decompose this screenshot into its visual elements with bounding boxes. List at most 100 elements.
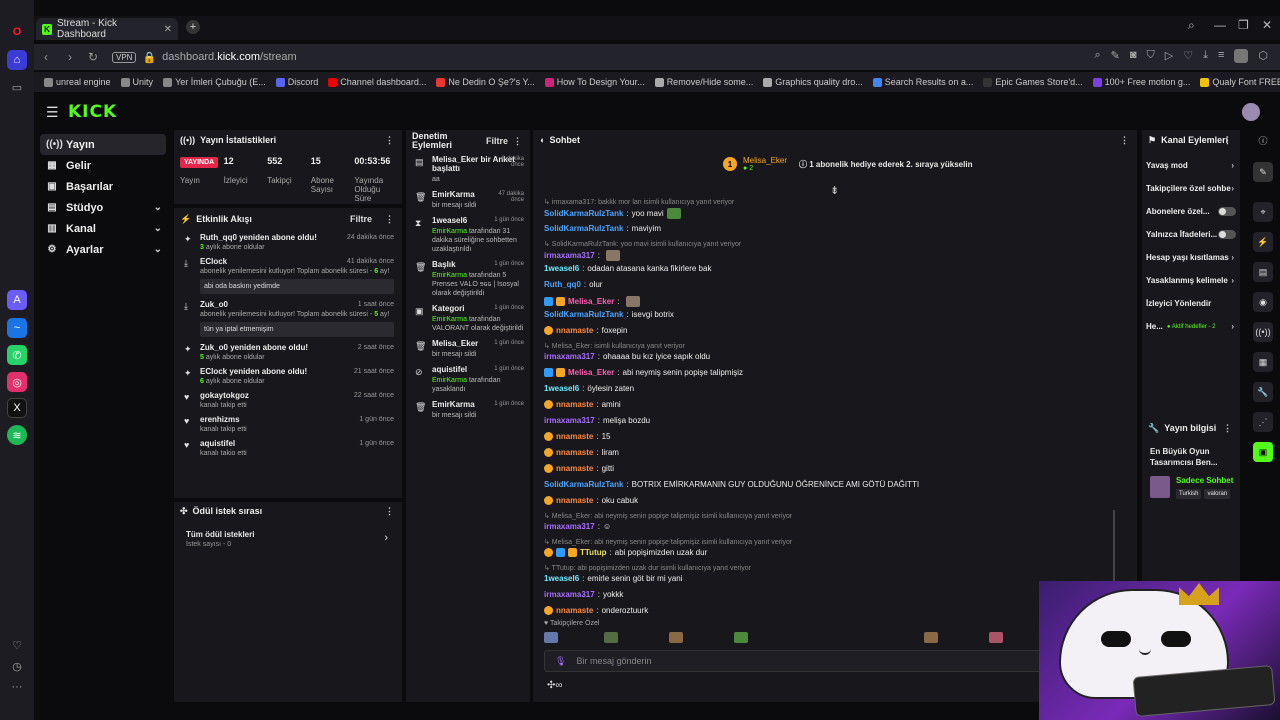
chat-message[interactable]: 1weasel6: odadan atasana kanka fikirlere … <box>544 264 711 273</box>
chat-message[interactable]: nnamaste: oku cabuk <box>544 496 638 505</box>
url-field[interactable]: VPN 🔒 dashboard.kick.com/stream <box>112 46 1112 68</box>
stream-tag[interactable]: Turkish <box>1176 489 1202 499</box>
target-icon[interactable]: ⌖ <box>1253 202 1273 222</box>
activity-event[interactable]: ✦ Ruth_qq0 yeniden abone oldu! 24 dakika ö… <box>174 230 402 254</box>
chat-message[interactable]: 1weasel6: öylesin zaten <box>544 384 634 393</box>
search-icon[interactable]: ⌕ <box>1094 49 1100 63</box>
chat-username[interactable]: Melisa_Eker <box>568 297 614 306</box>
chat-username[interactable]: nnamaste <box>556 448 593 457</box>
chat-username[interactable]: irmaxama317 <box>544 352 595 361</box>
chat-username[interactable]: nnamaste <box>556 432 593 441</box>
moderation-item[interactable]: ▤ Melisa_Eker bir Anket başlattı 8 dakika … <box>406 152 530 187</box>
history-icon[interactable]: ◷ <box>7 656 27 676</box>
bookmark-item[interactable]: Graphics quality dro... <box>763 77 863 87</box>
profile-icon[interactable] <box>1234 49 1249 63</box>
channel-action-item[interactable]: Abonelere özel... <box>1142 200 1240 223</box>
aria-icon[interactable]: A <box>7 290 27 310</box>
document-icon[interactable]: ▤ <box>1253 262 1273 282</box>
bookmark-item[interactable]: 100+ Free motion g... <box>1092 77 1190 87</box>
restore-icon[interactable]: ❐ <box>1238 18 1249 32</box>
forward-icon[interactable]: › <box>68 50 72 64</box>
moderation-item[interactable]: ⊘ aquistifel 1 gün önce EmirKarma tarafında… <box>406 362 530 397</box>
chat-icon[interactable]: ◉ <box>1253 292 1273 312</box>
chat-username[interactable]: SolidKarmaRulzTank <box>544 209 623 218</box>
chat-username[interactable]: SolidKarmaRulzTank <box>544 310 623 319</box>
chat-username[interactable]: irmaxama317 <box>544 251 595 260</box>
bookmark-item[interactable]: Epic Games Store'd... <box>983 77 1083 87</box>
nav-item-4[interactable]: ▥ Kanal ⌄ <box>40 218 166 239</box>
toggle-switch[interactable] <box>1218 207 1236 216</box>
chat-message[interactable]: irmaxama317: ☺ <box>544 522 611 531</box>
menu-icon[interactable]: ≡ <box>1218 49 1224 63</box>
favorite-icon[interactable]: ♡ <box>1183 49 1193 63</box>
vpn-badge[interactable]: VPN <box>112 51 137 63</box>
chat-message[interactable]: 1weasel6: emirle senin göt bir mi yani <box>544 574 683 583</box>
edit-icon[interactable]: ✎ <box>1111 49 1120 63</box>
bookmark-item[interactable]: Discord <box>275 77 318 87</box>
chat-message[interactable]: nnamaste: onderoztuurk <box>544 606 648 615</box>
activity-event[interactable]: ⤓ EClock 41 dakika önce abonelik yenilemesi… <box>174 254 402 297</box>
bookmark-item[interactable]: Search Results on a... <box>872 77 973 87</box>
info-icon[interactable]: ⓘ <box>1253 130 1273 150</box>
activity-event[interactable]: ♥ gokaytokgoz 22 saat önce kanalı takip ett… <box>174 388 402 412</box>
more-icon[interactable]: ··· <box>7 677 27 697</box>
emoji-icon[interactable]: ✣∞ <box>547 680 563 691</box>
moderation-item[interactable]: 🗑 EmirKarma 1 gün önce bir mesajı sildi <box>406 397 530 423</box>
activity-event[interactable]: ✦ EClock yeniden abone oldu! 21 saat önce 6… <box>174 364 402 388</box>
chat-username[interactable]: TTutup <box>580 548 607 557</box>
opera-logo-icon[interactable]: O <box>7 22 27 42</box>
more-options-icon[interactable]: ⋮ <box>385 506 394 517</box>
nav-item-0[interactable]: ((•)) Yayın <box>40 134 166 155</box>
chat-input[interactable]: 🎙 Bir mesaj gönderin <box>544 650 1044 672</box>
bookmark-item[interactable]: Remove/Hide some... <box>654 77 753 87</box>
moderation-item[interactable]: ⧗ 1weasel6 1 gün önce EmirKarma tarafından … <box>406 213 530 257</box>
mic-icon[interactable]: 🎙 <box>555 656 566 667</box>
more-options-icon[interactable]: ⋮ <box>385 214 394 225</box>
bookmark-item[interactable]: Yer İmleri Çubuğu (E... <box>163 77 266 87</box>
activity-event[interactable]: ⤓ Zuk_o0 1 saat önce abonelik yenilemesini … <box>174 297 402 340</box>
whatsapp-icon[interactable]: ✆ <box>7 345 27 365</box>
extensions-icon[interactable]: ⬡ <box>1258 49 1268 63</box>
chat-message[interactable]: irmaxama317: melişa bozdu <box>544 416 650 425</box>
channel-action-item[interactable]: İzleyici Yönlendir <box>1142 292 1240 315</box>
chat-username[interactable]: SolidKarmaRulzTank <box>544 224 623 233</box>
home-icon[interactable]: ⌂ <box>7 50 27 70</box>
bookmark-item[interactable]: Qualy Font FREE Do... <box>1200 77 1280 87</box>
chat-username[interactable]: nnamaste <box>556 464 593 473</box>
camera-icon[interactable]: ◙ <box>1130 49 1137 63</box>
tab-stream[interactable]: K Stream - Kick Dashboard ✕ <box>36 18 178 40</box>
new-tab-button[interactable]: + <box>186 20 200 34</box>
minimize-icon[interactable]: — <box>1214 18 1226 32</box>
chat-message[interactable]: SolidKarmaRulzTank: maviyim <box>544 224 661 233</box>
channel-action-item[interactable]: He... ● Aktif hedefler - 2 › <box>1142 315 1240 338</box>
chat-message[interactable]: SolidKarmaRulzTank: yoo mavi <box>544 208 681 219</box>
chat-username[interactable]: nnamaste <box>556 400 593 409</box>
messenger-icon[interactable]: ~ <box>7 318 27 338</box>
bookmark-item[interactable]: Unity <box>120 77 153 87</box>
chat-message[interactable]: SolidKarmaRulzTank: isevgi botrix <box>544 310 674 319</box>
search-tabs-icon[interactable]: ⌕ <box>1188 18 1195 33</box>
chat-reply-context[interactable]: ↳ irmaxama317: bakkk mor lan isimli kull… <box>544 198 734 206</box>
channel-action-item[interactable]: Hesap yaşı kısıtlamas › <box>1142 246 1240 269</box>
chat-username[interactable]: 1weasel6 <box>544 384 579 393</box>
chat-message[interactable]: nnamaste: foxepin <box>544 326 627 335</box>
moderation-item[interactable]: 🗑 Başlık 1 gün önce EmirKarma tarafından 5 … <box>406 257 530 301</box>
more-options-icon[interactable]: ⋮ <box>1223 423 1232 434</box>
x-icon[interactable]: X <box>7 398 27 418</box>
bookmark-item[interactable]: Channel dashboard... <box>328 77 426 87</box>
chat-username[interactable]: Ruth_qq0 <box>544 280 581 289</box>
filter-button[interactable]: Filtre <box>486 136 508 146</box>
avatar[interactable] <box>1242 103 1260 121</box>
chat-message[interactable]: irmaxama317: yokkk <box>544 590 623 599</box>
bolt-icon[interactable]: ⚡ <box>1253 232 1273 252</box>
nav-item-3[interactable]: ▤ Stüdyo ⌄ <box>40 197 166 218</box>
moderation-item[interactable]: 🗑 EmirKarma 47 dakika önce bir mesajı sildi <box>406 187 530 213</box>
chat-message[interactable]: nnamaste: liram <box>544 448 619 457</box>
bookmark-item[interactable]: How To Design Your... <box>544 77 645 87</box>
green-action-icon[interactable]: ▣ <box>1253 442 1273 462</box>
nav-item-2[interactable]: ▣ Başarılar <box>40 176 166 197</box>
chat-username[interactable]: irmaxama317 <box>544 416 595 425</box>
more-options-icon[interactable]: ⋮ <box>1120 135 1129 146</box>
activity-event[interactable]: ♥ erenhizms 1 gün önce kanalı takip etti <box>174 412 402 436</box>
activity-event[interactable]: ♥ aquistifel 1 gün önce kanalı takio etti <box>174 436 402 460</box>
